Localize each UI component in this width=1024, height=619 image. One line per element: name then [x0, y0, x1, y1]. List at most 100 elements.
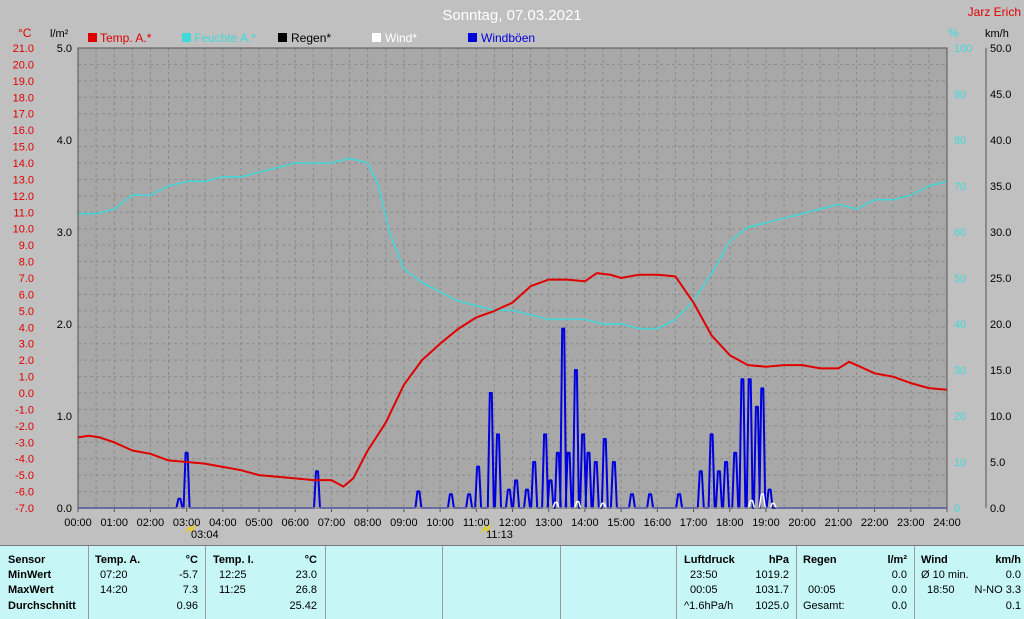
temp-tick-label: 17.0: [13, 109, 34, 121]
wind-tick-label: 10.0: [990, 411, 1011, 423]
wind-tick-label: 45.0: [990, 89, 1011, 101]
pressure-unit: hPa: [768, 554, 789, 566]
humidity-unit-label: %: [948, 26, 959, 40]
author-label: Jarz Erich: [968, 5, 1021, 19]
x-tick-label: 04:00: [209, 517, 237, 529]
table-divider: [88, 546, 89, 619]
wind-max-time: 18:50: [927, 584, 955, 596]
legend-swatch-rain: [278, 33, 287, 42]
wind-tick-label: 25.0: [990, 273, 1011, 285]
temp-tick-label: -2.0: [15, 421, 34, 433]
temp-tick-label: 14.0: [13, 158, 34, 170]
rain-row1-value: 0.0: [891, 569, 907, 581]
table-divider: [560, 546, 561, 619]
pressure-max-value: 1031.7: [755, 584, 789, 596]
temp-tick-label: 11.0: [13, 207, 34, 219]
temp-tick-label: -3.0: [15, 437, 34, 449]
wind-unit: km/h: [995, 554, 1021, 566]
sensor-header: Sensor: [8, 554, 46, 566]
row-label-avg: Durchschnitt: [8, 600, 76, 612]
temp-i-header: Temp. I.: [213, 554, 254, 566]
temp-i-min-value: 23.0: [295, 569, 317, 581]
legend: Temp. A.* Feuchte A.* Regen* Wind* Windb…: [88, 31, 535, 45]
wind-tick-label: 40.0: [990, 135, 1011, 147]
x-tick-label: 00:00: [64, 517, 92, 529]
wind-unit-label: km/h: [985, 28, 1009, 40]
rain-max-time: 00:05: [808, 584, 836, 596]
rain-max-value: 0.0: [891, 584, 907, 596]
temp-tick-label: -5.0: [15, 470, 34, 482]
humidity-tick-label: 70: [954, 181, 966, 193]
rain-tick-label: 0.0: [57, 503, 72, 515]
event-marker-label: 03:04: [191, 529, 219, 541]
legend-label-humidity: Feuchte A.*: [194, 31, 256, 45]
temp-i-avg-value: 25.42: [289, 600, 317, 612]
x-tick-label: 19:00: [752, 517, 780, 529]
temp-tick-label: 8.0: [19, 257, 34, 269]
wind-avg10-label: Ø 10 min.: [921, 569, 969, 581]
wind-avg10-value: 0.0: [1005, 569, 1021, 581]
x-tick-label: 06:00: [281, 517, 309, 529]
temp-tick-label: 18.0: [13, 92, 34, 104]
temp-tick-label: 4.0: [19, 322, 34, 334]
legend-label-wind: Wind*: [385, 31, 417, 45]
wind-tick-label: 35.0: [990, 181, 1011, 193]
rain-total-label: Gesamt:: [803, 600, 845, 612]
temp-tick-label: -1.0: [15, 404, 34, 416]
humidity-tick-label: 90: [954, 89, 966, 101]
temp-tick-label: 10.0: [13, 224, 34, 236]
temp-a-max-value: 7.3: [182, 584, 198, 596]
pressure-min-time: 23:50: [690, 569, 718, 581]
temp-tick-label: 15.0: [13, 142, 34, 154]
temp-a-avg-value: 0.96: [176, 600, 198, 612]
statistics-table: Sensor MinWert MaxWert Durchschnitt Temp…: [0, 545, 1024, 619]
wind-tick-label: 50.0: [990, 43, 1011, 55]
temp-tick-label: 13.0: [13, 174, 34, 186]
table-divider: [442, 546, 443, 619]
pressure-trend: ^1.6hPa/h: [684, 600, 734, 612]
rain-tick-label: 4.0: [57, 135, 72, 147]
x-tick-label: 08:00: [354, 517, 382, 529]
event-marker-label: 11:13: [486, 529, 513, 541]
table-divider: [205, 546, 206, 619]
temp-tick-label: 9.0: [19, 240, 34, 252]
table-divider: [914, 546, 915, 619]
x-tick-label: 20:00: [788, 517, 816, 529]
rain-tick-label: 1.0: [57, 411, 72, 423]
pressure-header: Luftdruck: [684, 554, 735, 566]
temp-a-unit: °C: [185, 554, 198, 566]
x-tick-label: 24:00: [933, 517, 961, 529]
wind-header: Wind: [921, 554, 948, 566]
x-tick-label: 22:00: [861, 517, 889, 529]
x-tick-label: 21:00: [825, 517, 853, 529]
x-tick-label: 23:00: [897, 517, 925, 529]
temp-tick-label: -4.0: [15, 454, 34, 466]
table-divider: [325, 546, 326, 619]
rain-total-value: 0.0: [891, 600, 907, 612]
rain-unit-label: l/m²: [50, 28, 69, 40]
table-divider: [796, 546, 797, 619]
pressure-avg-value: 1025.0: [755, 600, 789, 612]
legend-swatch-wind: [372, 33, 381, 42]
temp-i-min-time: 12:25: [219, 569, 247, 581]
rain-tick-label: 2.0: [57, 319, 72, 331]
x-tick-label: 12:00: [499, 517, 527, 529]
temp-a-min-time: 07:20: [100, 569, 128, 581]
temp-tick-label: 20.0: [13, 59, 34, 71]
x-tick-label: 02:00: [137, 517, 165, 529]
x-tick-label: 05:00: [245, 517, 273, 529]
x-tick-label: 01:00: [100, 517, 128, 529]
humidity-tick-label: 100: [954, 43, 972, 55]
rain-header: Regen: [803, 554, 837, 566]
row-label-max: MaxWert: [8, 584, 54, 596]
x-tick-label: 14:00: [571, 517, 599, 529]
wind-tick-label: 20.0: [990, 319, 1011, 331]
table-divider: [676, 546, 677, 619]
temp-tick-label: 21.0: [13, 43, 34, 55]
temp-i-max-time: 11:25: [219, 584, 246, 596]
temp-tick-label: -7.0: [15, 503, 34, 515]
humidity-tick-label: 10: [954, 457, 966, 469]
temp-tick-label: 19.0: [13, 76, 34, 88]
rain-tick-label: 5.0: [57, 43, 72, 55]
humidity-tick-label: 0: [954, 503, 960, 515]
